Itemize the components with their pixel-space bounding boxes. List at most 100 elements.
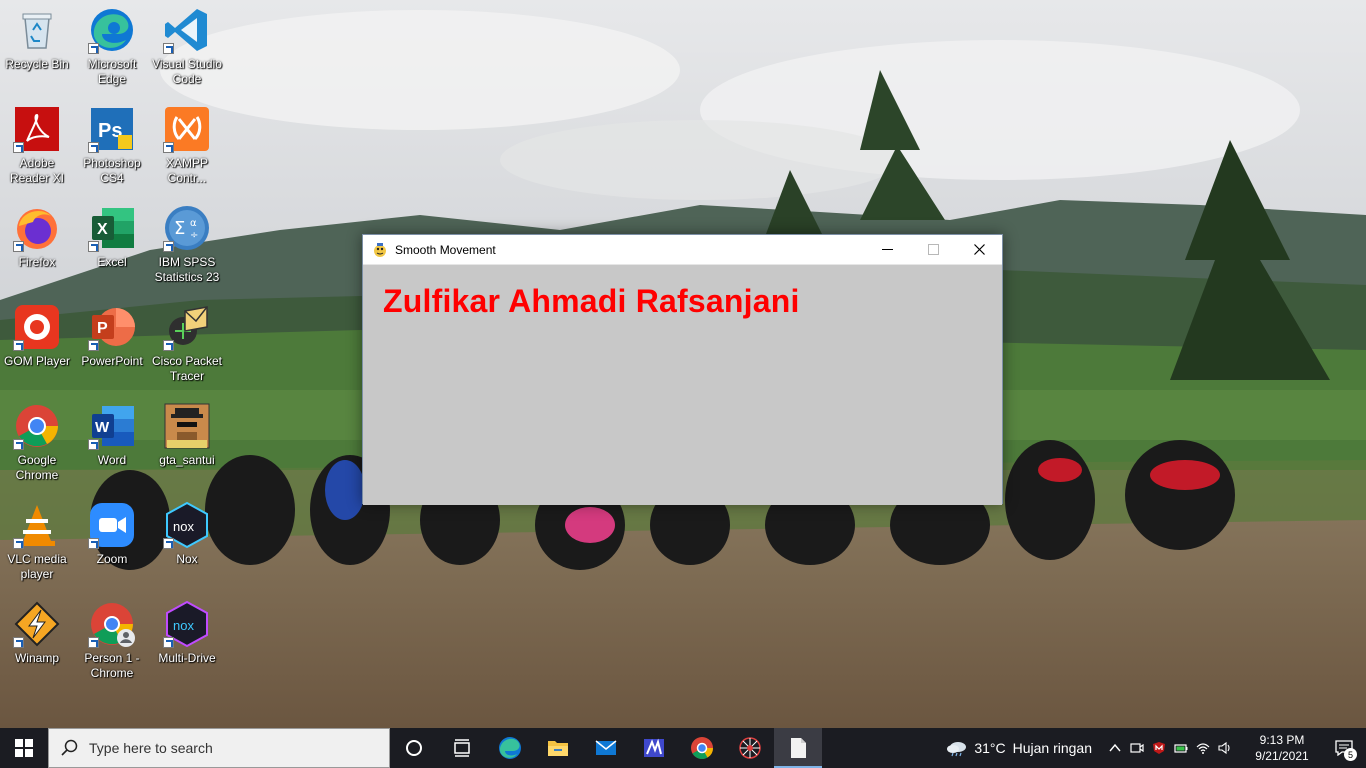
desktop-icon-label: VLC media player xyxy=(7,552,67,581)
app-icon xyxy=(644,738,664,757)
edge-icon xyxy=(499,737,521,759)
desktop-icon-zoom[interactable]: Zoom xyxy=(75,495,149,589)
desktop-icon-label: IBM SPSS Statistics 23 xyxy=(154,255,220,284)
desktop-icon-vlc[interactable]: VLC media player xyxy=(0,495,74,589)
desktop-icon-recycle-bin[interactable]: Recycle Bin xyxy=(0,0,74,94)
minimize-button[interactable] xyxy=(864,235,910,264)
clock-date: 9/21/2021 xyxy=(1255,749,1309,763)
action-center-button[interactable]: 5 xyxy=(1322,728,1366,768)
taskbar-document-button[interactable] xyxy=(774,728,822,768)
desktop-icon-vscode[interactable]: Visual Studio Code xyxy=(150,0,224,94)
excel-icon: X xyxy=(88,204,136,252)
gta-icon xyxy=(163,402,211,450)
shortcut-arrow-icon xyxy=(163,142,174,153)
close-button[interactable] xyxy=(956,235,1002,264)
desktop-icon-word[interactable]: W Word xyxy=(75,396,149,490)
desktop-icon-xampp[interactable]: XAMPP Contr... xyxy=(150,99,224,193)
desktop-icon-nox[interactable]: nox Nox xyxy=(150,495,224,589)
tray-camera-button[interactable] xyxy=(1126,728,1148,768)
desktop-icon-multi-drive[interactable]: nox Multi-Drive xyxy=(150,594,224,688)
desktop-icon-label: Microsoft Edge xyxy=(87,57,137,86)
window-title-bar[interactable]: Smooth Movement xyxy=(363,235,1002,265)
shortcut-arrow-icon xyxy=(163,637,174,648)
show-hidden-icons-button[interactable] xyxy=(1104,728,1126,768)
desktop-icon-gta-santui[interactable]: gta_santui xyxy=(150,396,224,490)
desktop-icon-person-chrome[interactable]: Person 1 - Chrome xyxy=(75,594,149,688)
task-view-icon xyxy=(454,739,470,757)
desktop-icon-label: GOM Player xyxy=(3,354,70,368)
search-icon xyxy=(61,739,78,756)
shortcut-arrow-icon xyxy=(88,637,99,648)
battery-charging-icon xyxy=(1174,744,1188,753)
tray-battery-button[interactable] xyxy=(1170,728,1192,768)
maximize-button[interactable] xyxy=(910,235,956,264)
mcafee-shield-icon xyxy=(1153,742,1165,754)
taskbar-app-button[interactable] xyxy=(630,728,678,768)
desktop-icon-label: Multi-Drive xyxy=(158,651,216,665)
taskbar-file-explorer-button[interactable] xyxy=(534,728,582,768)
cortana-icon xyxy=(406,740,422,756)
desktop-icon-google-chrome[interactable]: Google Chrome xyxy=(0,396,74,490)
tray-wifi-button[interactable] xyxy=(1192,728,1214,768)
edge-icon xyxy=(88,6,136,54)
svg-text:W: W xyxy=(95,419,110,436)
svg-text:nox: nox xyxy=(173,519,194,534)
document-icon xyxy=(791,738,806,758)
window-title: Smooth Movement xyxy=(395,242,496,257)
game-canvas[interactable]: Zulfikar Ahmadi Rafsanjani xyxy=(363,265,1002,505)
taskbar-clock[interactable]: 9:13 PM 9/21/2021 xyxy=(1242,732,1322,764)
taskbar-edge-button[interactable] xyxy=(486,728,534,768)
vscode-icon xyxy=(163,6,211,54)
desktop-icon-grid: Recycle Bin Adobe Reader XI Firefox GOM … xyxy=(0,0,230,700)
chevron-up-icon xyxy=(1109,743,1121,752)
taskbar-search-box[interactable]: Type here to search xyxy=(48,728,390,768)
shortcut-arrow-icon xyxy=(13,439,24,450)
desktop-icon-firefox[interactable]: Firefox xyxy=(0,198,74,292)
desktop-icon-adobe-reader[interactable]: Adobe Reader XI xyxy=(0,99,74,193)
desktop-icon-label: Firefox xyxy=(18,255,56,269)
shortcut-arrow-icon xyxy=(163,538,174,549)
shortcut-arrow-icon xyxy=(88,142,99,153)
svg-text:÷: ÷ xyxy=(190,230,198,241)
tray-volume-button[interactable] xyxy=(1214,728,1236,768)
desktop-icon-label: Nox xyxy=(176,552,198,566)
svg-text:Σ: Σ xyxy=(174,218,185,239)
windows-logo-icon xyxy=(15,739,33,757)
weather-widget[interactable]: 31°C Hujan ringan xyxy=(946,739,1092,757)
chrome-profile-icon xyxy=(88,600,136,648)
desktop-icon-winamp[interactable]: Winamp xyxy=(0,594,74,688)
desktop-icon-powerpoint[interactable]: P PowerPoint xyxy=(75,297,149,391)
desktop-icon-label: Photoshop CS4 xyxy=(83,156,141,185)
desktop-icon-cisco-packet-tracer[interactable]: Cisco Packet Tracer xyxy=(150,297,224,391)
tray-antivirus-button[interactable] xyxy=(1148,728,1170,768)
spss-icon: Σα ÷ xyxy=(163,204,211,252)
photoshop-icon: Ps xyxy=(88,105,136,153)
desktop-icon-excel[interactable]: X Excel xyxy=(75,198,149,292)
smooth-movement-window[interactable]: Smooth Movement Zulfikar Ahmadi Rafsanja… xyxy=(362,234,1003,505)
desktop-icon-microsoft-edge[interactable]: Microsoft Edge xyxy=(75,0,149,94)
desktop-icon-photoshop[interactable]: Ps Photoshop CS4 xyxy=(75,99,149,193)
nox-icon: nox xyxy=(163,501,211,549)
shortcut-arrow-icon xyxy=(163,241,174,252)
taskbar-spider-button[interactable] xyxy=(726,728,774,768)
shortcut-arrow-icon xyxy=(88,439,99,450)
desktop-icon-label: XAMPP Contr... xyxy=(165,156,208,185)
wifi-icon xyxy=(1196,743,1210,754)
shortcut-arrow-icon xyxy=(88,241,99,252)
search-placeholder: Type here to search xyxy=(89,740,213,756)
task-view-button[interactable] xyxy=(438,728,486,768)
firefox-icon xyxy=(13,204,61,252)
start-button[interactable] xyxy=(0,728,48,768)
weather-condition: Hujan ringan xyxy=(1012,740,1092,756)
adobe-reader-icon xyxy=(13,105,61,153)
desktop-icon-ibm-spss[interactable]: Σα ÷ IBM SPSS Statistics 23 xyxy=(150,198,224,292)
maximize-icon xyxy=(927,244,939,255)
notification-count-badge: 5 xyxy=(1344,748,1357,761)
mail-icon xyxy=(595,740,617,755)
taskbar-chrome-button[interactable] xyxy=(678,728,726,768)
shortcut-arrow-icon xyxy=(13,142,24,153)
cortana-button[interactable] xyxy=(390,728,438,768)
desktop-icon-gom-player[interactable]: GOM Player xyxy=(0,297,74,391)
taskbar-mail-button[interactable] xyxy=(582,728,630,768)
svg-text:X: X xyxy=(97,221,108,238)
